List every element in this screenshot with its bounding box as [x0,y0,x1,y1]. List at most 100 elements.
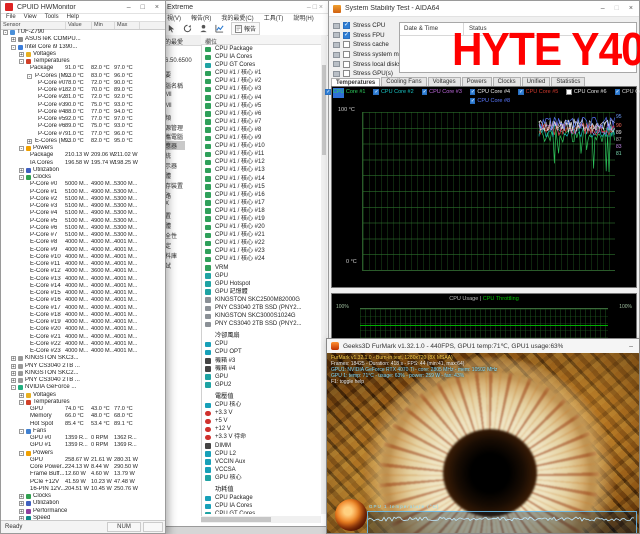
sensor-tree-row[interactable]: P-Core #078.0 °C72.0 °C90.0 °C [1,80,165,87]
sidebar-item[interactable]: 攜電腦 [165,132,183,141]
menu-file[interactable]: File [6,14,16,20]
legend-checkbox[interactable]: ✓ [373,89,379,95]
sensor-tree-row[interactable]: P-Core #45100 M...4900 M...5300 M... [1,210,165,217]
menu-item[interactable]: 報告(R) [191,13,211,22]
tree-expander[interactable]: + [19,494,24,499]
sidebar-item[interactable]: 全性 [165,231,177,240]
sensor-row[interactable]: CPU #1 / 核心 #789 °C [201,118,321,126]
tab-statistics[interactable]: Statistics [551,77,585,86]
tree-expander[interactable]: - [11,385,16,390]
sensor-tree-row[interactable]: +PNY CS3040 2TB ... [1,377,165,384]
sensor-tree-row[interactable]: +Voltages [1,392,165,399]
sensor-row[interactable]: CPU #1 / 核心 #687 °C [201,110,321,118]
tree-expander[interactable]: - [19,175,24,180]
sensor-tree-row[interactable]: P-Core #791.0 °C77.0 °C96.0 °C [1,131,165,138]
sensor-row[interactable]: CPU #1 / 核心 #1486 °C [201,175,321,183]
sidebar-item[interactable]: 料庫 [165,251,177,260]
sensor-tree-row[interactable]: -Fans [1,428,165,435]
sensor-tree-row[interactable]: Hot Spot85.4 °C53.4 °C89.1 °C [1,421,165,428]
sensor-tree-row[interactable]: E-Core #224000 M...4000 M...4001 M... [1,341,165,348]
sensor-row[interactable]: KINGSTON SKC2500M82000G39 °C [201,296,321,304]
sensor-section-row[interactable]: 功耗值 [201,486,321,494]
sensor-row[interactable]: CPU IA Cores90 °C [201,53,321,61]
sensor-tree-row[interactable]: Frame Buff...12.60 W4.60 W13.79 W [1,471,165,478]
sensor-row[interactable]: +3.3 V 待命3.376 V [201,433,321,441]
sensor-row[interactable]: KINGSTON SKC3000S1024G42 °C / 47 °C [201,312,321,320]
sensor-row[interactable]: CPU #1 / 核心 #1790 °C [201,199,321,207]
sensor-row[interactable]: PNY CS3040 2TB SSD (PNY2...41 °C [201,304,321,312]
furmark-titlebar[interactable]: Geeks3D FurMark v1.32.1.0 - 440FPS, GPU1… [327,339,639,354]
sensor-tree-row[interactable]: -Clocks [1,174,165,181]
sensor-tree-row[interactable]: -Temperatures [1,399,165,406]
sensor-tree-row[interactable]: -Powers [1,145,165,152]
legend-checkbox[interactable]: ✓ [470,89,476,95]
tree-expander[interactable]: + [19,509,24,514]
tab-clocks[interactable]: Clocks [493,77,521,86]
sidebar-item[interactable]: 存裝置 [165,181,183,190]
tree-expander[interactable]: + [19,52,24,57]
sensor-tree-row[interactable]: E-Core #104000 M...4000 M...4001 M... [1,254,165,261]
sensor-tree-row[interactable]: +E-Cores (M...93.0 °C82.0 °C95.0 °C [1,138,165,145]
sensor-row[interactable]: CPU #1 / 核心 #1889 °C [201,207,321,215]
tab-voltages[interactable]: Voltages [428,77,461,86]
tree-expander[interactable]: + [19,501,24,506]
sensor-row[interactable]: CPU #1 / 核心 #389 °C [201,85,321,93]
sensor-row[interactable]: CPU #1 / 核心 #286 °C [201,77,321,85]
sensor-row[interactable]: CPU #1 / 核心 #2080 °C [201,223,321,231]
user-icon[interactable] [199,24,208,33]
sensor-tree-row[interactable]: -Temperatures [1,58,165,65]
sensor-tree-row[interactable]: P-Core #390.0 °C75.0 °C93.0 °C [1,102,165,109]
sensor-row[interactable]: CPU #1 / 核心 #1686 °C [201,191,321,199]
sensor-row[interactable]: 機箱 #31419 RPM [201,357,321,365]
sensor-tree-row[interactable]: P-Core #75100 M...4900 M...5300 M... [1,232,165,239]
menu-item[interactable]: 我的最愛(C) [221,13,253,22]
sensor-row[interactable]: CPU #1 / 核心 #888 °C [201,126,321,134]
tree-expander[interactable]: - [19,146,24,151]
window-controls[interactable]: – □ × [307,4,329,11]
sensor-row[interactable]: CPU #1 / 核心 #1983 °C [201,215,321,223]
sidebar-item[interactable]: MI [165,103,172,109]
sensor-tree-row[interactable]: -NVIDIA GeForce ... [1,384,165,391]
sensor-row[interactable]: PNY CS3040 2TB SSD (PNY2...37 °C [201,320,321,328]
window-controls[interactable]: – [629,343,639,350]
sensor-tree-row[interactable]: P-Core #182.0 °C70.0 °C89.0 °C [1,87,165,94]
sensor-tree-row[interactable]: GPU74.0 °C43.0 °C77.0 °C [1,406,165,413]
sensor-tree-row[interactable]: E-Core #184000 M...4000 M...4001 M... [1,312,165,319]
sensor-row[interactable]: CPU IA Cores196.49 W [201,502,321,510]
tree-expander[interactable]: - [19,59,24,64]
sensor-row[interactable]: CPU #1 / 核心 #1191 °C [201,150,321,158]
sensor-tree-row[interactable]: E-Core #214000 M...4000 M...4001 M... [1,334,165,341]
legend-checkbox[interactable]: ✓ [518,89,524,95]
sensor-tree-row[interactable]: -Powers [1,450,165,457]
sensor-tree-row[interactable]: P-Core #488.0 °C77.0 °C94.0 °C [1,109,165,116]
sensor-tree-row[interactable]: -Intel Core i9 1390... [1,44,165,51]
menu-item[interactable]: 工具(T) [264,13,284,22]
sensor-tree-row[interactable]: +KINGSTON SKC2... [1,370,165,377]
horizontal-scrollbar[interactable] [201,516,321,523]
close-button[interactable]: × [155,4,159,11]
tree-expander[interactable]: - [19,429,24,434]
tree-expander[interactable]: - [11,45,16,50]
checkbox-disk[interactable] [343,61,350,68]
refresh-icon[interactable] [183,24,192,33]
tree-expander[interactable]: - [3,30,8,35]
sensor-tree-row[interactable]: E-Core #154000 M...4000 M...4001 M... [1,290,165,297]
sidebar-item[interactable]: 腦名稱 [165,81,183,90]
sensor-row[interactable]: CPU #1 / 核心 #490 °C [201,94,321,102]
legend-checkbox[interactable]: ✓ [422,89,428,95]
sensor-tree-row[interactable]: +Performance [1,508,165,515]
sensor-tree-row[interactable]: E-Core #114000 M...4000 M...4001 M... [1,261,165,268]
sensor-row[interactable]: CPU #1 / 核心 #185 °C [201,69,321,77]
tree-expander[interactable]: + [11,371,16,376]
sensor-tree-row[interactable]: PCIe +12V41.59 W10.23 W47.48 W [1,479,165,486]
sensor-row[interactable]: CPU OPT2045 RPM [201,348,321,356]
tree-expander[interactable]: + [11,378,16,383]
sensor-tree-row[interactable]: P-Core #05000 M...4900 M...5300 M... [1,181,165,188]
sensor-row[interactable]: CPU Package209.95 W [201,494,321,502]
sensor-row[interactable]: GPU 記憶體66 °C [201,288,321,296]
menu-view[interactable]: View [24,14,37,20]
sensor-row[interactable]: 機箱 #41404 RPM [201,365,321,373]
checkbox-fpu[interactable]: ✓ [343,32,350,39]
report-button[interactable]: 報告 [231,22,260,35]
sensor-tree-row[interactable]: P-Core #65100 M...4900 M...5300 M... [1,225,165,232]
